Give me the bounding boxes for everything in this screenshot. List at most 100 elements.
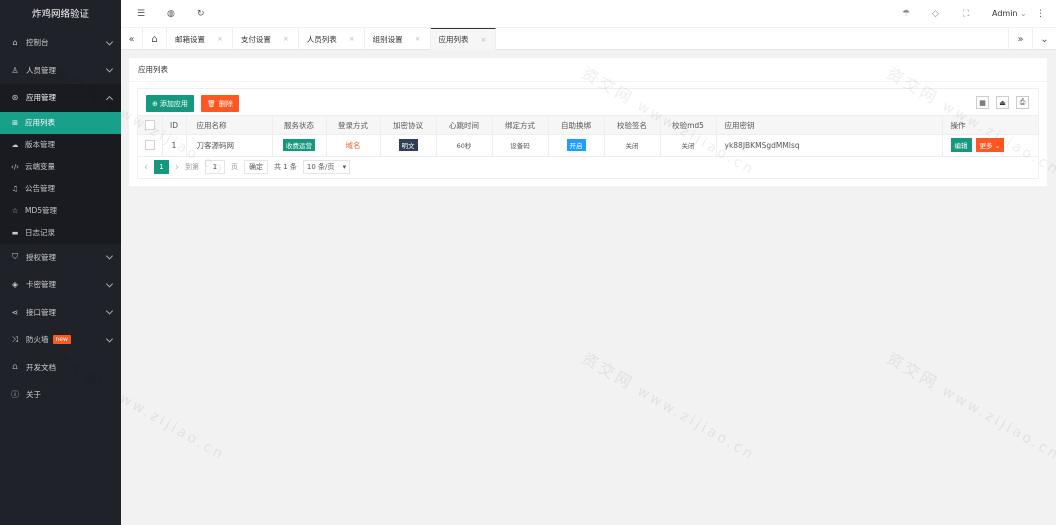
cell-app-name: 刀客源码网 xyxy=(186,134,273,156)
col-header[interactable]: 登录方式 xyxy=(326,115,381,135)
user-menu[interactable]: Admin ⌄ xyxy=(992,9,1027,18)
prev-page-button[interactable]: ‹ xyxy=(144,162,148,173)
select-all-checkbox[interactable] xyxy=(144,120,155,130)
sidebar-item-label: 控制台 xyxy=(26,38,49,48)
sidebar-item-label: 关于 xyxy=(26,390,41,400)
col-header[interactable]: 应用密钥 xyxy=(716,115,943,135)
tabs-right-controls: » ⌄ xyxy=(1008,28,1056,50)
tabs-scroll-right-icon[interactable]: » xyxy=(1008,28,1032,50)
globe-icon[interactable]: ◍ xyxy=(167,9,175,19)
status-badge: 收费运营 xyxy=(283,139,315,152)
page-unit-label: 页 xyxy=(231,163,238,171)
columns-filter-icon[interactable]: ▦ xyxy=(976,96,989,109)
row-checkbox[interactable] xyxy=(144,140,155,151)
tabs-menu-chevron-icon[interactable]: ⌄ xyxy=(1032,28,1056,50)
tab-label: 应用列表 xyxy=(438,35,469,44)
close-icon[interactable]: × xyxy=(415,35,421,43)
bell-icon: ♫ xyxy=(11,184,19,193)
chevron-down-icon: ⌄ xyxy=(1020,9,1027,18)
sidebar-item-app-list[interactable]: ⊞ 应用列表 xyxy=(0,111,121,134)
plus-circle-icon: ⊕ xyxy=(152,99,158,108)
more-button[interactable]: 更多 ⌄ xyxy=(975,138,1005,153)
sidebar-item-dashboard[interactable]: ⌂ 控制台 xyxy=(0,29,121,57)
cell-verify-sign: 关闭 xyxy=(604,134,661,156)
shuffle-icon: ⤨ xyxy=(11,334,19,344)
export-icon[interactable]: ⏏ xyxy=(996,96,1009,109)
col-header[interactable]: 绑定方式 xyxy=(492,115,549,135)
col-header[interactable]: 心跳时间 xyxy=(436,115,493,135)
cell-login: 域名 xyxy=(326,134,381,156)
col-header[interactable]: ID xyxy=(162,115,187,135)
sidebar-item-auth[interactable]: ⛉ 授权管理 xyxy=(0,244,121,272)
sidebar-item-label: 应用管理 xyxy=(26,93,56,103)
sidebar-item-label: 版本管理 xyxy=(25,140,55,149)
col-header[interactable]: 应用名称 xyxy=(186,115,273,135)
add-app-button[interactable]: ⊕ 添加应用 xyxy=(146,95,194,112)
tab-user-list[interactable]: 人员列表 × xyxy=(299,28,365,50)
sidebar-item-label: 卡密管理 xyxy=(26,280,56,290)
tab-mail-settings[interactable]: 邮箱设置 × xyxy=(167,28,233,50)
sidebar-item-users[interactable]: ♙ 人员管理 xyxy=(0,57,121,85)
col-header: 操作 xyxy=(942,115,1038,135)
menu-toggle-icon[interactable]: ☰ xyxy=(137,9,145,19)
tab-app-list[interactable]: 应用列表 × xyxy=(430,28,497,50)
layers-icon: ◈ xyxy=(11,280,19,290)
cell-app-key: yk88JBKMSgdMMIsq xyxy=(716,134,943,156)
close-icon[interactable]: × xyxy=(283,35,289,43)
col-header[interactable]: 自助换绑 xyxy=(548,115,605,135)
close-icon[interactable]: × xyxy=(217,35,223,43)
theme-icon[interactable]: ☂ xyxy=(902,9,910,19)
close-icon[interactable]: × xyxy=(481,36,487,44)
close-icon[interactable]: × xyxy=(349,35,355,43)
col-header[interactable]: 加密协议 xyxy=(380,115,437,135)
rebind-badge: 开启 xyxy=(566,139,586,152)
goto-label: 到第 xyxy=(185,163,199,171)
sidebar-item-cards[interactable]: ◈ 卡密管理 xyxy=(0,271,121,299)
app-list-icon: ⊞ xyxy=(12,118,18,127)
tag-icon[interactable]: ◇ xyxy=(932,9,939,19)
more-label: 更多 xyxy=(979,142,993,151)
info-icon: ⓘ xyxy=(11,390,19,400)
watermark: 资交网 www.zijiao.cn xyxy=(578,348,758,464)
more-icon[interactable]: ⋮ xyxy=(1036,9,1045,19)
sidebar-item-firewall[interactable]: ⤨ 防火墙 new xyxy=(0,326,121,354)
app-list-card: 应用列表 ⊕ 添加应用 🗑 删除 ▦ ⏏ ⎙ ID 应用名称 服务状态 登录方式… xyxy=(129,58,1047,186)
print-icon[interactable]: ⎙ xyxy=(1016,96,1029,109)
add-app-label: 添加应用 xyxy=(159,99,188,108)
sidebar-item-label: 防火墙 xyxy=(26,335,49,345)
sidebar-item-versions[interactable]: ☁ 版本管理 xyxy=(0,134,121,156)
sidebar-item-md5[interactable]: ☆ MD5管理 xyxy=(0,200,121,222)
chevron-down-icon: ⌄ xyxy=(994,142,1001,151)
sidebar-item-api[interactable]: ⋖ 接口管理 xyxy=(0,299,121,327)
page-1-button[interactable]: 1 xyxy=(154,160,169,174)
tab-group-settings[interactable]: 组别设置 × xyxy=(365,28,431,50)
chevron-down-icon xyxy=(105,335,114,343)
refresh-icon[interactable]: ↻ xyxy=(197,9,205,19)
cell-heartbeat: 60秒 xyxy=(436,134,493,156)
delete-button[interactable]: 🗑 删除 xyxy=(201,95,239,112)
table-row[interactable]: 1 刀客源码网 收费运营 域名 明文 60秒 设备码 开启 关闭 关闭 yk88… xyxy=(138,134,1038,156)
app-table-container: ⊕ 添加应用 🗑 删除 ▦ ⏏ ⎙ ID 应用名称 服务状态 登录方式 加密协议 xyxy=(137,88,1039,179)
sidebar-item-notices[interactable]: ♫ 公告管理 xyxy=(0,178,121,200)
sidebar-item-logs[interactable]: ▬ 日志记录 xyxy=(0,222,121,244)
cell-id: 1 xyxy=(162,134,187,156)
col-header[interactable]: 校验md5 xyxy=(660,115,717,135)
tab-payment-settings[interactable]: 支付设置 × xyxy=(233,28,299,50)
col-header[interactable]: 服务状态 xyxy=(272,115,327,135)
sidebar-item-about[interactable]: ⓘ 关于 xyxy=(0,381,121,409)
goto-page-input[interactable]: 1 xyxy=(205,160,225,174)
sidebar-item-label: MD5管理 xyxy=(25,206,58,215)
col-header[interactable]: 校验签名 xyxy=(604,115,661,135)
next-page-button[interactable]: › xyxy=(175,162,179,173)
sidebar-item-cloud-vars[interactable]: ‹/› 云端变量 xyxy=(0,156,121,178)
tabs-scroll-left-icon[interactable]: « xyxy=(121,28,143,50)
edit-button[interactable]: 编辑 xyxy=(950,138,972,153)
shield-icon: ⛉ xyxy=(12,252,18,262)
goto-confirm-button[interactable]: 确定 xyxy=(244,160,268,174)
sidebar-item-docs[interactable]: ⩍ 开发文档 xyxy=(0,354,121,382)
sidebar-item-apps[interactable]: ⊛ 应用管理 xyxy=(0,84,121,112)
chevron-down-icon xyxy=(105,307,114,315)
home-tab-icon[interactable]: ⌂ xyxy=(143,28,167,50)
fullscreen-icon[interactable]: ⛶ xyxy=(963,9,969,19)
page-size-select[interactable]: 10 条/页 ▾ xyxy=(302,160,351,174)
